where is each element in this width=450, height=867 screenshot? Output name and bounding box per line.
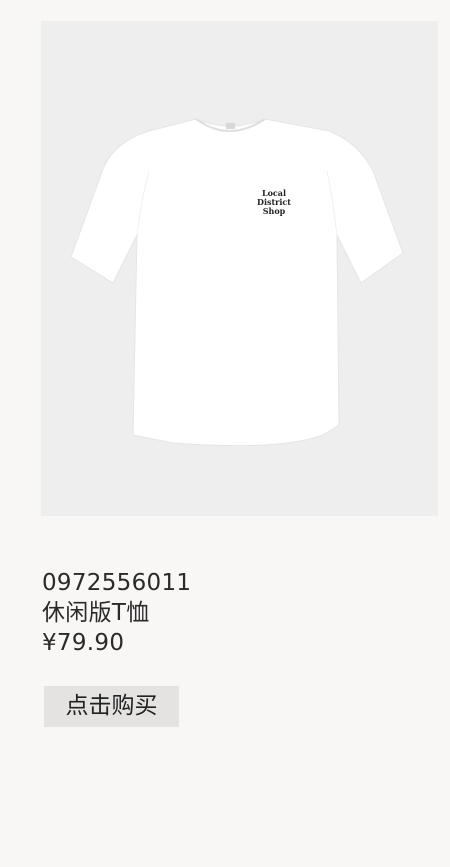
product-info: 0972556011 休闲版T恤 ¥79.90: [42, 568, 191, 658]
buy-button[interactable]: 点击购买: [44, 686, 179, 727]
product-name: 休闲版T恤: [42, 600, 150, 626]
article-number: 0972556011: [42, 570, 192, 596]
product-price: ¥79.90: [42, 630, 125, 656]
tshirt-illustration: Local District Shop: [70, 117, 404, 447]
product-image[interactable]: Local District Shop: [41, 21, 438, 516]
print-text-shop: Shop: [263, 206, 286, 216]
